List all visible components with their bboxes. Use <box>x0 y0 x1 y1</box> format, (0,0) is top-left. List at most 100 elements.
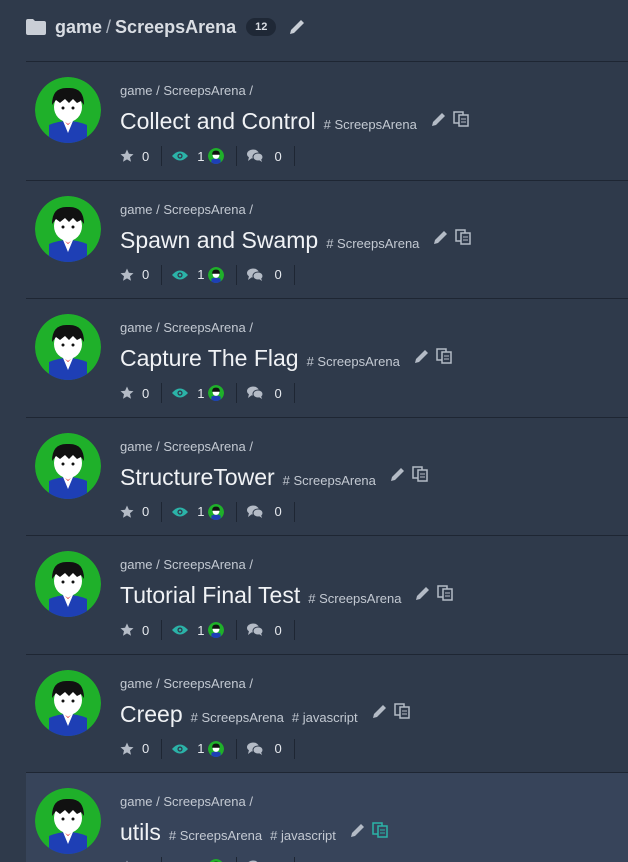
tag-link[interactable]: # ScreepsArena <box>169 828 262 843</box>
watchers-stat[interactable]: 1 <box>172 620 238 640</box>
item-tags: # ScreepsArena <box>307 353 408 371</box>
item-path[interactable]: game / ScreepsArena / <box>120 439 253 454</box>
star-stat[interactable]: 0 <box>120 620 163 640</box>
star-stat[interactable]: 0 <box>120 383 163 403</box>
avatar[interactable] <box>35 195 101 262</box>
item-path[interactable]: game / ScreepsArena / <box>120 320 253 335</box>
list-item[interactable]: game / ScreepsArena / StructureTower # S… <box>26 418 628 536</box>
comments-stat[interactable]: 0 <box>247 146 295 166</box>
list-item[interactable]: game / ScreepsArena / utils # ScreepsAre… <box>26 773 628 862</box>
avatar[interactable] <box>35 551 101 617</box>
item-title[interactable]: StructureTower <box>120 464 275 491</box>
item-stats: 0 1 <box>120 383 305 403</box>
comment-count: 0 <box>274 504 282 519</box>
tag-link[interactable]: # ScreepsArena <box>326 236 419 251</box>
watchers-stat[interactable]: 1 <box>172 738 238 759</box>
watchers-stat[interactable]: 1 <box>172 501 238 522</box>
tag-link[interactable]: # javascript <box>292 710 358 725</box>
watcher-avatar[interactable] <box>208 266 225 283</box>
comments-stat[interactable]: 0 <box>247 501 295 522</box>
list-item[interactable]: game / ScreepsArena / Tutorial Final Tes… <box>26 536 628 655</box>
pencil-icon[interactable] <box>288 18 306 36</box>
watcher-avatar[interactable] <box>208 622 225 638</box>
avatar[interactable] <box>35 77 101 143</box>
tag-link[interactable]: # ScreepsArena <box>308 591 401 606</box>
comments-stat[interactable]: 0 <box>247 738 295 759</box>
copy-icon[interactable] <box>455 229 472 245</box>
tag-link[interactable]: # ScreepsArena <box>324 117 417 132</box>
star-count: 0 <box>142 148 150 164</box>
watcher-avatar[interactable] <box>208 385 225 401</box>
comments-stat[interactable]: 0 <box>247 264 295 285</box>
pencil-icon[interactable] <box>414 348 430 364</box>
list-item[interactable]: game / ScreepsArena / Creep # ScreepsAre… <box>26 655 628 773</box>
pencil-icon[interactable] <box>431 111 447 127</box>
list-item[interactable]: game / ScreepsArena / Capture The Flag #… <box>26 299 628 418</box>
pencil-icon[interactable] <box>350 822 366 838</box>
item-title-row: Capture The Flag # ScreepsArena <box>120 345 452 372</box>
eye-icon <box>172 388 189 398</box>
watcher-avatar[interactable] <box>208 148 225 164</box>
avatar[interactable] <box>35 788 101 854</box>
copy-icon[interactable] <box>436 347 452 364</box>
comments-stat[interactable]: 0 <box>247 383 295 403</box>
item-title-row: Spawn and Swamp # ScreepsArena <box>120 227 472 254</box>
item-path[interactable]: game / ScreepsArena / <box>120 202 253 217</box>
item-stats: 0 1 <box>120 501 305 522</box>
item-path[interactable]: game / ScreepsArena / <box>120 557 253 572</box>
avatar[interactable] <box>35 669 101 736</box>
tag-link[interactable]: # ScreepsArena <box>191 710 284 725</box>
item-path[interactable]: game / ScreepsArena / <box>120 83 253 98</box>
item-title[interactable]: utils <box>120 819 161 846</box>
copy-icon[interactable] <box>372 821 388 838</box>
item-tags: # ScreepsArena <box>324 116 425 134</box>
star-count: 0 <box>142 741 150 756</box>
page-header: game / ScreepsArena 12 <box>26 12 306 42</box>
avatar[interactable] <box>35 314 101 380</box>
star-icon <box>120 623 134 636</box>
breadcrumb-current[interactable]: ScreepsArena <box>115 17 236 38</box>
pencil-icon[interactable] <box>415 585 431 601</box>
item-stats: 0 1 <box>120 264 305 285</box>
item-tags: # ScreepsArena # javascript <box>169 827 344 845</box>
watchers-stat[interactable]: 1 <box>172 857 238 862</box>
list-item[interactable]: game / ScreepsArena / Collect and Contro… <box>26 62 628 181</box>
item-title-row: Collect and Control # ScreepsArena <box>120 108 469 135</box>
item-title[interactable]: Creep <box>120 701 183 728</box>
watchers-stat[interactable]: 1 <box>172 264 238 285</box>
star-icon <box>120 742 134 755</box>
item-title[interactable]: Capture The Flag <box>120 345 299 372</box>
item-title[interactable]: Collect and Control <box>120 108 316 135</box>
item-path[interactable]: game / ScreepsArena / <box>120 794 253 809</box>
tag-link[interactable]: # ScreepsArena <box>307 354 400 369</box>
avatar[interactable] <box>35 432 101 499</box>
watchers-stat[interactable]: 1 <box>172 146 238 166</box>
eye-icon <box>172 151 189 161</box>
tag-link[interactable]: # ScreepsArena <box>283 473 376 488</box>
star-stat[interactable]: 0 <box>120 738 163 759</box>
item-tags: # ScreepsArena <box>308 590 409 608</box>
star-stat[interactable]: 0 <box>120 501 163 522</box>
star-stat[interactable]: 0 <box>120 857 163 862</box>
copy-icon[interactable] <box>437 584 454 601</box>
breadcrumb-root[interactable]: game <box>55 17 102 38</box>
watchers-stat[interactable]: 1 <box>172 383 238 403</box>
comments-stat[interactable]: 0 <box>247 620 295 640</box>
item-path[interactable]: game / ScreepsArena / <box>120 676 253 691</box>
pencil-icon[interactable] <box>372 703 388 719</box>
tag-link[interactable]: # javascript <box>270 828 336 843</box>
star-stat[interactable]: 0 <box>120 264 163 285</box>
star-stat[interactable]: 0 <box>120 146 163 166</box>
watcher-avatar[interactable] <box>208 503 225 520</box>
watcher-avatar[interactable] <box>208 740 225 757</box>
pencil-icon[interactable] <box>433 229 449 245</box>
copy-icon[interactable] <box>453 110 469 127</box>
item-title[interactable]: Spawn and Swamp <box>120 227 318 254</box>
item-tags: # ScreepsArena # javascript <box>191 709 366 727</box>
copy-icon[interactable] <box>393 703 410 719</box>
comments-stat[interactable]: 0 <box>247 857 295 862</box>
list-item[interactable]: game / ScreepsArena / Spawn and Swamp # … <box>26 181 628 299</box>
item-title[interactable]: Tutorial Final Test <box>120 582 300 609</box>
copy-icon[interactable] <box>412 466 428 482</box>
pencil-icon[interactable] <box>390 466 406 482</box>
